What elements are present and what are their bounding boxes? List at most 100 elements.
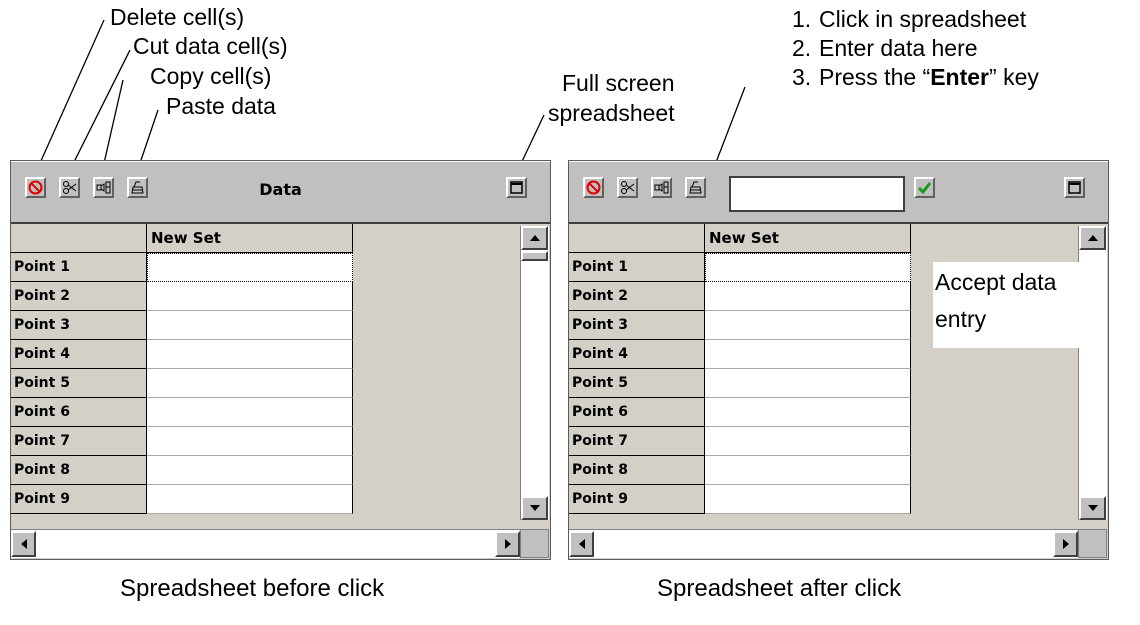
table-row: Point 5 — [569, 369, 924, 398]
annotation-delete: Delete cell(s) — [110, 4, 245, 30]
table-row: Point 3 — [569, 311, 924, 340]
spreadsheet-window-after: New Set Point 1 Point 2 Point 3 Point 4 … — [568, 160, 1109, 560]
data-entry-field[interactable] — [729, 176, 905, 212]
data-cell[interactable] — [705, 369, 911, 398]
table-row: Point 4 — [11, 340, 366, 369]
column-header[interactable]: New Set — [147, 224, 353, 253]
horizontal-scrollbar[interactable] — [569, 529, 1078, 558]
header-row: New Set — [11, 224, 366, 253]
scroll-up-button[interactable] — [1079, 226, 1106, 250]
row-header[interactable]: Point 8 — [11, 456, 147, 485]
data-cell[interactable] — [705, 340, 911, 369]
arrow-down-icon — [529, 505, 540, 511]
scroll-left-button[interactable] — [569, 531, 594, 557]
data-cell[interactable] — [147, 369, 353, 398]
row-header[interactable]: Point 4 — [569, 340, 705, 369]
table-row: Point 9 — [569, 485, 924, 514]
annotation-cut: Cut data cell(s) — [133, 33, 288, 59]
fullscreen-icon — [1068, 181, 1081, 194]
scroll-thumb[interactable] — [521, 251, 548, 261]
instruction-steps: 1. Click in spreadsheet 2. Enter data here… — [792, 5, 1039, 92]
arrow-up-icon — [1087, 235, 1098, 241]
data-cell[interactable] — [147, 282, 353, 311]
scroll-right-button[interactable] — [1053, 531, 1078, 557]
data-cell[interactable] — [147, 456, 353, 485]
delete-icon — [586, 180, 601, 195]
data-cell[interactable] — [705, 485, 911, 514]
horizontal-scrollbar[interactable] — [11, 529, 520, 558]
annotation-fullscreen-2: spreadsheet — [548, 100, 675, 126]
toolbar — [569, 161, 1108, 224]
row-header[interactable]: Point 5 — [569, 369, 705, 398]
table-row: Point 6 — [11, 398, 366, 427]
spreadsheet-window-before: Data New Set Point 1 Point 2 Point 3 Poi… — [10, 160, 551, 560]
scroll-down-button[interactable] — [1079, 496, 1106, 520]
scissors-icon — [621, 181, 635, 194]
column-header[interactable]: New Set — [705, 224, 911, 253]
accept-entry-button[interactable] — [914, 177, 935, 198]
data-cell-selected[interactable] — [705, 253, 911, 282]
header-row: New Set — [569, 224, 924, 253]
size-grip[interactable] — [1078, 529, 1107, 558]
paste-button[interactable] — [685, 177, 706, 198]
annotation-accept-2: entry — [935, 306, 987, 332]
row-header[interactable]: Point 8 — [569, 456, 705, 485]
row-header[interactable]: Point 3 — [569, 311, 705, 340]
table-row: Point 1 — [569, 253, 924, 282]
size-grip[interactable] — [520, 529, 549, 558]
table-row: Point 2 — [11, 282, 366, 311]
table-row: Point 2 — [569, 282, 924, 311]
data-cell[interactable] — [705, 311, 911, 340]
data-cell[interactable] — [147, 485, 353, 514]
table-row: Point 7 — [11, 427, 366, 456]
scroll-right-button[interactable] — [495, 531, 520, 557]
caption-before: Spreadsheet before click — [120, 575, 385, 602]
fullscreen-button[interactable] — [1064, 177, 1085, 198]
delete-button[interactable] — [583, 177, 604, 198]
arrow-left-icon — [578, 539, 585, 549]
accept-callout: Accept data entry — [933, 262, 1105, 348]
arrow-up-icon — [529, 235, 540, 241]
data-cell[interactable] — [147, 311, 353, 340]
row-header[interactable]: Point 2 — [11, 282, 147, 311]
table-row: Point 9 — [11, 485, 366, 514]
scroll-down-button[interactable] — [521, 496, 548, 520]
row-header[interactable]: Point 9 — [569, 485, 705, 514]
row-header[interactable]: Point 4 — [11, 340, 147, 369]
cut-button[interactable] — [617, 177, 638, 198]
vertical-scrollbar[interactable] — [520, 226, 549, 520]
paste-icon — [689, 181, 702, 194]
table-row: Point 5 — [11, 369, 366, 398]
caption-after: Spreadsheet after click — [657, 575, 902, 602]
data-cell-selected[interactable] — [147, 253, 353, 282]
data-cell[interactable] — [705, 282, 911, 311]
data-cell[interactable] — [147, 340, 353, 369]
row-header[interactable]: Point 1 — [569, 253, 705, 282]
annotation-accept-1: Accept data — [935, 269, 1057, 295]
data-cell[interactable] — [705, 427, 911, 456]
row-header[interactable]: Point 2 — [569, 282, 705, 311]
row-header[interactable]: Point 9 — [11, 485, 147, 514]
row-header[interactable]: Point 7 — [569, 427, 705, 456]
data-cell[interactable] — [705, 398, 911, 427]
row-header[interactable]: Point 7 — [11, 427, 147, 456]
data-cell[interactable] — [147, 398, 353, 427]
annotation-copy: Copy cell(s) — [150, 63, 272, 89]
annotation-paste: Paste data — [166, 93, 276, 119]
copy-button[interactable] — [651, 177, 672, 198]
scroll-left-button[interactable] — [11, 531, 36, 557]
fullscreen-icon — [510, 181, 523, 194]
fullscreen-button[interactable] — [506, 177, 527, 198]
row-header[interactable]: Point 6 — [11, 398, 147, 427]
data-cell[interactable] — [147, 427, 353, 456]
row-header[interactable]: Point 1 — [11, 253, 147, 282]
arrow-left-icon — [20, 539, 27, 549]
row-header[interactable]: Point 5 — [11, 369, 147, 398]
table-row: Point 6 — [569, 398, 924, 427]
row-header[interactable]: Point 6 — [569, 398, 705, 427]
data-cell[interactable] — [705, 456, 911, 485]
scroll-up-button[interactable] — [521, 226, 548, 250]
step-2: 2. Enter data here — [792, 35, 978, 61]
toolbar: Data — [11, 161, 550, 224]
row-header[interactable]: Point 3 — [11, 311, 147, 340]
